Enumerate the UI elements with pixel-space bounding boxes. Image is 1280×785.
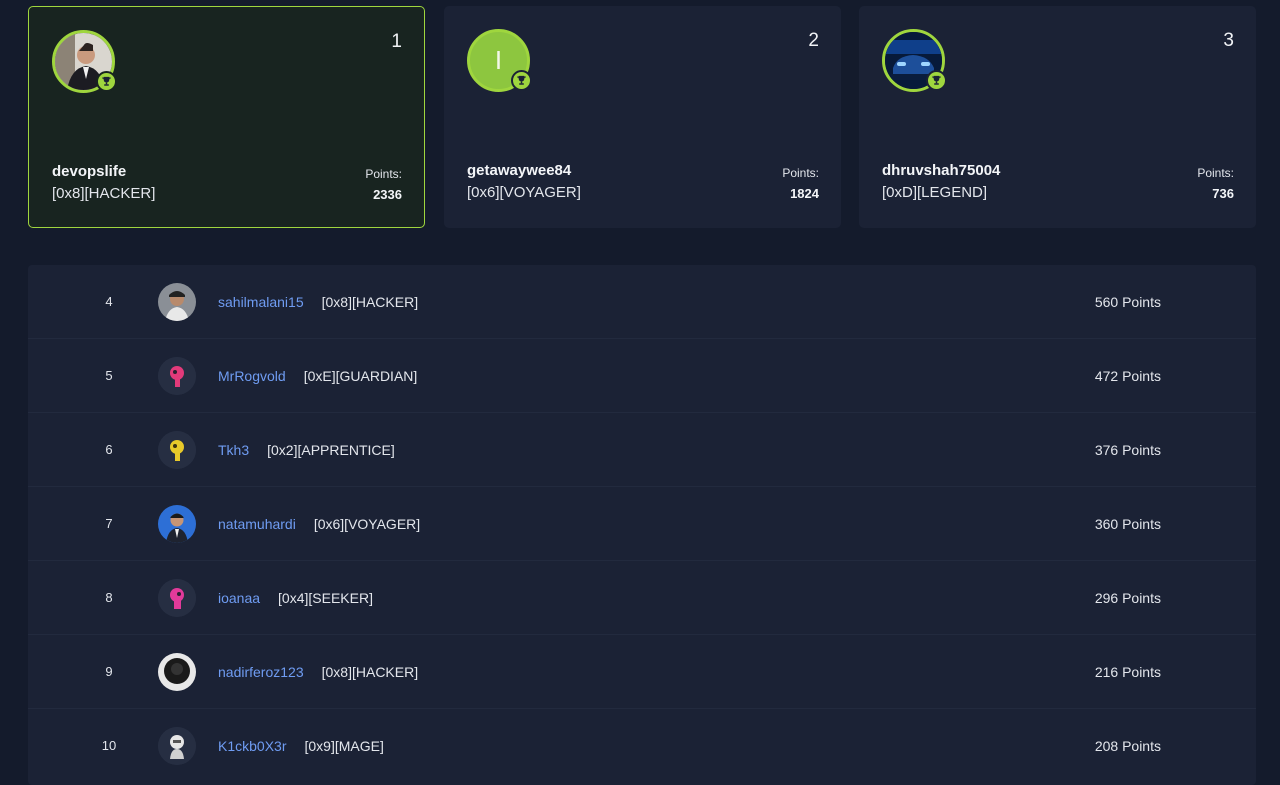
username-link[interactable]: ioanaa [218, 590, 260, 606]
rank-number: 5 [105, 368, 113, 383]
points-label: Points: [1197, 166, 1234, 180]
points-label: Points: [782, 166, 819, 180]
white-robot-icon[interactable] [158, 727, 196, 765]
podium-card-3[interactable]: 3 dhruvshah75004 [0xD][LEGEND] Points: 7… [859, 6, 1256, 228]
user-title: [0x2][APPRENTICE] [267, 442, 395, 458]
points-value: 296 Points [1094, 590, 1161, 606]
username-link[interactable]: K1ckb0X3r [218, 738, 286, 754]
rank-number: 7 [105, 516, 113, 531]
trophy-icon [96, 71, 117, 92]
points-value: 2336 [373, 187, 402, 202]
user-title: [0x8][HACKER] [321, 294, 419, 310]
user-title: [0x8][HACKER] [321, 664, 419, 680]
username[interactable]: getawaywee84 [467, 162, 571, 179]
rank-number: 8 [105, 590, 113, 605]
person-photo-icon[interactable] [158, 505, 196, 543]
user-title: [0xD][LEGEND] [882, 184, 988, 201]
username-link[interactable]: sahilmalani15 [218, 294, 304, 310]
trophy-icon [511, 70, 532, 91]
user-title: [0x6][VOYAGER] [313, 516, 421, 532]
avatar[interactable]: I [467, 29, 532, 92]
table-row[interactable]: 4 sahilmalani15 [0x8][HACKER] 560 Points [28, 265, 1256, 339]
person-photo-icon[interactable] [158, 283, 196, 321]
username-link[interactable]: nadirferoz123 [218, 664, 304, 680]
table-row[interactable]: 9 nadirferoz123 [0x8][HACKER] 216 Points [28, 635, 1256, 709]
points-value: 376 Points [1094, 442, 1161, 458]
rank-number: 1 [391, 31, 402, 52]
dark-photo-icon[interactable] [158, 653, 196, 691]
points-value: 736 [1212, 186, 1234, 201]
avatar[interactable] [882, 29, 947, 92]
points-value: 472 Points [1094, 368, 1161, 384]
username-link[interactable]: Tkh3 [218, 442, 249, 458]
rank-number: 10 [101, 738, 117, 753]
username[interactable]: dhruvshah75004 [882, 162, 1000, 179]
leaderboard-table: 4 sahilmalani15 [0x8][HACKER] 560 Points … [28, 265, 1256, 785]
table-row[interactable]: 6 Tkh3 [0x2][APPRENTICE] 376 Points [28, 413, 1256, 487]
points-value: 208 Points [1094, 738, 1161, 754]
table-row[interactable]: 10 K1ckb0X3r [0x9][MAGE] 208 Points [28, 709, 1256, 783]
username-link[interactable]: natamuhardi [218, 516, 296, 532]
podium-card-1[interactable]: 1 devopslife [0x8][HACKER] Points: 2336 [28, 6, 425, 228]
user-title: [0x9][MAGE] [304, 738, 384, 754]
rank-number: 9 [105, 664, 113, 679]
user-title: [0xE][GUARDIAN] [303, 368, 418, 384]
pink-robot-icon[interactable] [158, 357, 196, 395]
points-value: 360 Points [1094, 516, 1161, 532]
user-title: [0x4][SEEKER] [278, 590, 373, 606]
username[interactable]: devopslife [52, 163, 126, 180]
points-value: 1824 [790, 186, 819, 201]
username-link[interactable]: MrRogvold [218, 368, 286, 384]
pink-robot-icon[interactable] [158, 579, 196, 617]
podium-card-2[interactable]: I 2 getawaywee84 [0x6][VOYAGER] Points: … [444, 6, 841, 228]
points-label: Points: [365, 167, 402, 181]
rank-number: 2 [808, 30, 819, 51]
points-value: 560 Points [1094, 294, 1161, 310]
user-title: [0x8][HACKER] [52, 185, 156, 202]
avatar-letter: I [494, 45, 503, 75]
rank-number: 4 [105, 294, 113, 309]
table-row[interactable]: 7 natamuhardi [0x6][VOYAGER] 360 Points [28, 487, 1256, 561]
user-title: [0x6][VOYAGER] [467, 184, 581, 201]
avatar[interactable] [52, 30, 117, 93]
trophy-icon [926, 70, 947, 91]
table-row[interactable]: 5 MrRogvold [0xE][GUARDIAN] 472 Points [28, 339, 1256, 413]
rank-number: 6 [105, 442, 113, 457]
podium: 1 devopslife [0x8][HACKER] Points: 2336 … [28, 6, 1256, 228]
yellow-robot-icon[interactable] [158, 431, 196, 469]
points-value: 216 Points [1094, 664, 1161, 680]
table-row[interactable]: 8 ioanaa [0x4][SEEKER] 296 Points [28, 561, 1256, 635]
rank-number: 3 [1223, 30, 1234, 51]
